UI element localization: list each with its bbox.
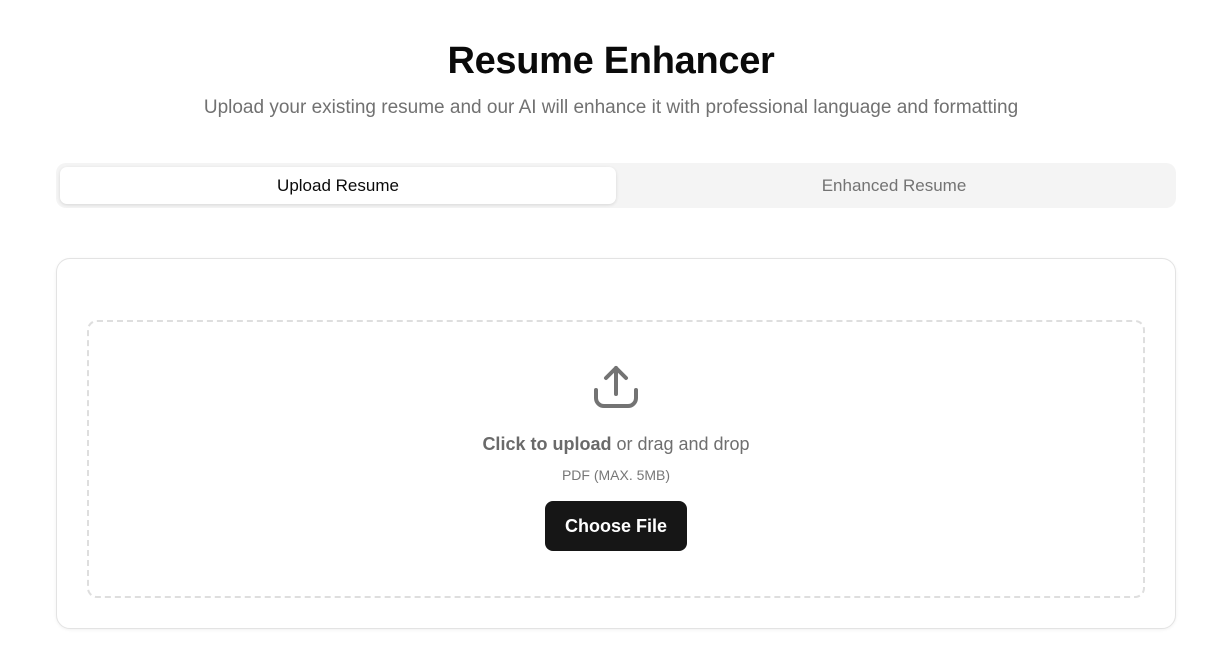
- upload-card: Click to upload or drag and drop PDF (MA…: [56, 258, 1176, 629]
- upload-dropzone[interactable]: Click to upload or drag and drop PDF (MA…: [87, 320, 1145, 598]
- tab-enhanced-resume[interactable]: Enhanced Resume: [616, 167, 1172, 204]
- page-subtitle: Upload your existing resume and our AI w…: [203, 97, 1019, 118]
- drag-drop-text: or drag and drop: [616, 434, 750, 454]
- tab-upload-resume[interactable]: Upload Resume: [60, 167, 616, 204]
- choose-file-button[interactable]: Choose File: [544, 501, 687, 551]
- page: Resume Enhancer Upload your existing res…: [0, 0, 1222, 670]
- file-type-hint: PDF (MAX. 5MB): [561, 467, 671, 483]
- tab-list: Upload Resume Enhanced Resume: [56, 163, 1176, 208]
- upload-icon: [594, 366, 638, 408]
- upload-instructions: Click to upload or drag and drop: [482, 434, 749, 455]
- page-title: Resume Enhancer: [447, 40, 775, 82]
- click-to-upload-link[interactable]: Click to upload: [482, 434, 611, 454]
